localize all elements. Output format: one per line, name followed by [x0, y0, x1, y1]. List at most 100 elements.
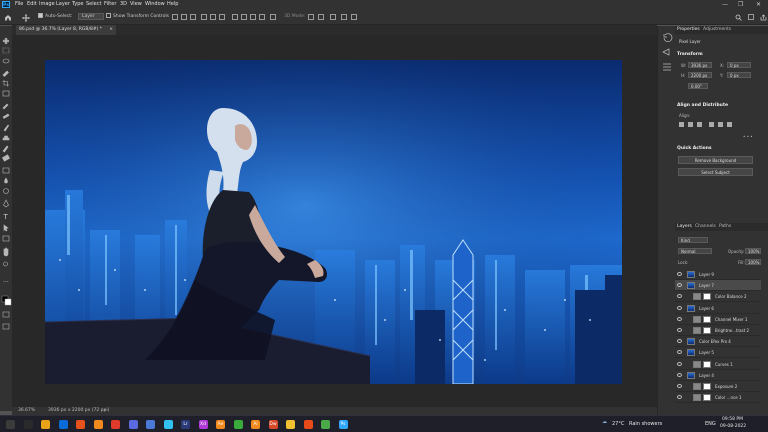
move-tool-icon[interactable]: [22, 14, 30, 22]
visibility-eye-icon[interactable]: [677, 372, 682, 377]
close-window-button[interactable]: ✕: [756, 0, 761, 9]
layer-mask-thumbnail[interactable]: [703, 293, 711, 301]
taskbar-app-icon[interactable]: [128, 420, 138, 429]
background-color[interactable]: [4, 298, 12, 306]
zoom-level[interactable]: 36.67%: [18, 407, 35, 415]
layer-row[interactable]: Exposure 2: [675, 381, 761, 392]
layer-row[interactable]: Layer 4: [675, 370, 761, 381]
align-center-icon[interactable]: [181, 14, 187, 20]
distribute-v-icon[interactable]: [241, 14, 247, 20]
taskbar-app-icon[interactable]: [76, 420, 85, 429]
layer-row[interactable]: Color ...nce 1: [675, 392, 761, 404]
clock-date[interactable]: 09-08-2022: [720, 424, 746, 429]
tab-layers[interactable]: Layers: [677, 223, 692, 231]
menu-view[interactable]: View: [130, 0, 142, 9]
more-options-icon[interactable]: [270, 14, 276, 20]
taskbar-app-icon[interactable]: [93, 420, 103, 429]
x-field[interactable]: 0 px: [727, 62, 751, 68]
3d-slide-icon[interactable]: [341, 14, 347, 20]
3d-orbit-icon[interactable]: [308, 14, 314, 20]
distribute-spacing-icon[interactable]: [259, 14, 265, 20]
align-left-icon[interactable]: [172, 14, 178, 20]
visibility-eye-icon[interactable]: [677, 305, 682, 310]
layer-row[interactable]: Curves 1: [675, 359, 761, 370]
minimize-button[interactable]: —: [722, 0, 728, 9]
fill-field[interactable]: 100%: [745, 259, 761, 265]
auto-select-checkbox[interactable]: [38, 13, 43, 18]
menu-edit[interactable]: Edit: [27, 0, 37, 9]
visibility-eye-icon[interactable]: [677, 283, 682, 288]
menu-image[interactable]: Image: [39, 0, 55, 9]
show-transform-checkbox[interactable]: [106, 13, 111, 18]
weather-desc[interactable]: Rain showers: [629, 421, 662, 427]
visibility-eye-icon[interactable]: [677, 395, 682, 400]
weather-temp[interactable]: 27°C: [612, 421, 624, 427]
taskbar-app-icon[interactable]: Ai: [251, 420, 260, 429]
visibility-eye-icon[interactable]: [677, 350, 682, 355]
taskbar-app-icon[interactable]: [286, 420, 295, 429]
menu-filter[interactable]: Filter: [104, 0, 116, 9]
share-icon[interactable]: [760, 14, 767, 21]
align-bottom-icon[interactable]: [219, 14, 225, 20]
visibility-eye-icon[interactable]: [677, 361, 682, 366]
taskbar-app-icon[interactable]: Ps: [338, 420, 348, 429]
taskbar-app-icon[interactable]: [233, 420, 243, 429]
width-field[interactable]: 3936 px: [688, 62, 712, 68]
visibility-eye-icon[interactable]: [677, 339, 682, 344]
align-middle-icon[interactable]: [210, 14, 216, 20]
menu-file[interactable]: File: [15, 0, 23, 9]
menu-select[interactable]: Select: [86, 0, 101, 9]
visibility-eye-icon[interactable]: [677, 384, 682, 388]
layer-mask-thumbnail[interactable]: [703, 315, 711, 323]
taskbar-app-icon[interactable]: [58, 420, 68, 429]
layer-row[interactable]: Brightne...trast 2: [675, 325, 761, 336]
height-field[interactable]: 2200 px: [688, 72, 712, 78]
taskbar-app-icon[interactable]: [163, 420, 173, 429]
angle-field[interactable]: 0.00°: [688, 83, 708, 89]
close-tab-icon[interactable]: ×: [109, 25, 113, 35]
y-field[interactable]: 0 px: [727, 72, 751, 78]
distribute-h-icon[interactable]: [250, 14, 256, 20]
layer-row[interactable]: Color Balance 2: [675, 291, 761, 303]
taskbar-app-icon[interactable]: Lr: [181, 420, 190, 429]
workspace-icon[interactable]: [748, 14, 754, 20]
layer-filter-kind[interactable]: Kind: [678, 237, 708, 243]
status-menu-arrow[interactable]: ›: [104, 407, 106, 415]
align-icons[interactable]: [679, 120, 759, 130]
layer-row[interactable]: Layer 6: [675, 303, 761, 314]
language[interactable]: ENG: [705, 421, 716, 427]
taskbar-app-icon[interactable]: [321, 420, 330, 429]
menu-window[interactable]: Window: [145, 0, 165, 9]
layer-mask-thumbnail[interactable]: [703, 383, 711, 390]
search-icon[interactable]: [735, 14, 742, 21]
visibility-eye-icon[interactable]: [677, 294, 682, 299]
layer-mask-thumbnail[interactable]: [703, 360, 711, 368]
menu-layer[interactable]: Layer: [56, 0, 70, 9]
tab-properties[interactable]: Properties: [677, 26, 700, 34]
3d-pan-icon[interactable]: [330, 14, 336, 20]
taskbar-app-icon[interactable]: [146, 420, 155, 429]
taskbar-app-icon[interactable]: Ae: [216, 420, 225, 429]
photoshop-logo-icon[interactable]: Ps: [2, 1, 10, 8]
layer-row[interactable]: Layer 9: [675, 269, 761, 280]
restore-button[interactable]: ❐: [738, 0, 743, 9]
taskbar-app-icon[interactable]: Xd: [198, 420, 208, 429]
image-canvas[interactable]: [45, 60, 622, 384]
layer-row[interactable]: Layer 7: [675, 280, 761, 292]
tab-channels[interactable]: Channels: [695, 223, 716, 231]
taskbar-app-icon[interactable]: [41, 420, 50, 429]
align-more-button[interactable]: • • •: [743, 134, 753, 139]
tab-paths[interactable]: Paths: [719, 223, 731, 231]
layer-mask-thumbnail[interactable]: [703, 394, 711, 402]
taskbar-app-icon[interactable]: [23, 420, 33, 429]
blend-mode-dropdown[interactable]: Normal: [678, 248, 712, 254]
layer-row[interactable]: Layer 5: [675, 347, 761, 359]
auto-select-dropdown[interactable]: Layer: [78, 13, 104, 20]
document-tab[interactable]: 86.psd @ 36.7% (Layer 8, RGB/8#) * ×: [16, 25, 116, 35]
taskbar-app-icon[interactable]: Dw: [268, 420, 278, 429]
layer-row[interactable]: Color Efex Pro 4: [675, 336, 761, 348]
taskbar-app-icon[interactable]: [111, 420, 120, 429]
visibility-eye-icon[interactable]: [677, 316, 682, 321]
opacity-field[interactable]: 100%: [745, 248, 761, 254]
clock-time[interactable]: 09:58 PM: [722, 417, 743, 422]
